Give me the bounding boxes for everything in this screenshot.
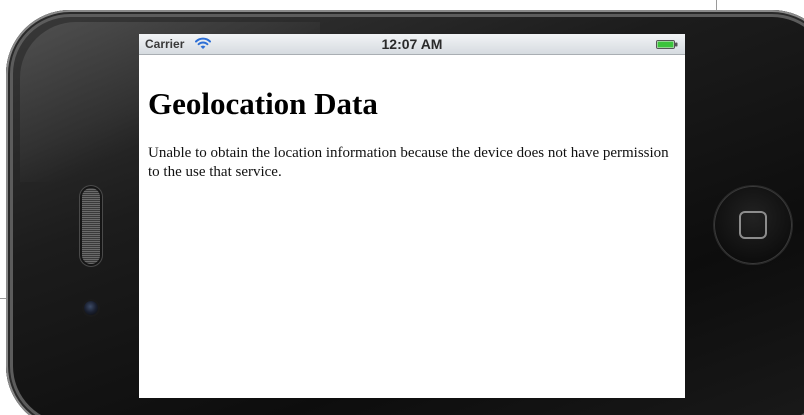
page-content: Geolocation Data Unable to obtain the lo…	[148, 55, 676, 182]
speaker-icon	[82, 188, 100, 264]
camera-icon	[84, 301, 98, 315]
battery-icon	[656, 40, 678, 49]
status-bar: Carrier 12:07 AM	[139, 34, 685, 55]
home-button-icon	[739, 211, 767, 239]
device-screen: Carrier 12:07 AM Geolocation Data Unable…	[139, 34, 685, 398]
status-time: 12:07 AM	[381, 36, 443, 52]
status-message: Unable to obtain the location informatio…	[148, 145, 669, 180]
simulator-stage: Carrier 12:07 AM Geolocation Data Unable…	[0, 0, 804, 415]
page-title: Geolocation Data	[148, 86, 378, 121]
home-button[interactable]	[714, 186, 792, 264]
